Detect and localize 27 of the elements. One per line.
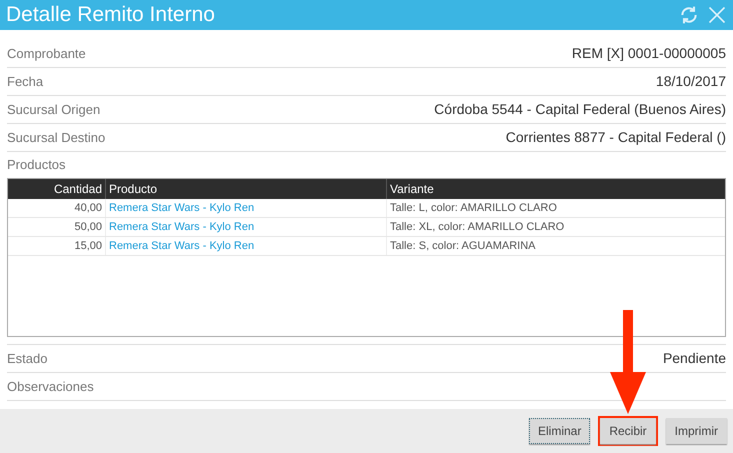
table-cell: 15,00 — [8, 237, 106, 255]
action-button[interactable]: Imprimir — [666, 418, 727, 444]
action-button[interactable]: Recibir — [600, 418, 656, 444]
field-value: Corrientes 8877 - Capital Federal () — [506, 128, 726, 147]
table-cell-text: Talle: S, color: AGUAMARINA — [389, 239, 536, 254]
table-cell-text: Talle: L, color: AMARILLO CLARO — [389, 201, 558, 216]
window-title: Detalle Remito Interno — [6, 2, 215, 28]
column-header: Producto — [106, 179, 387, 199]
column-header: Cantidad — [8, 179, 106, 199]
field-label: Comprobante — [7, 44, 86, 63]
field-value: Córdoba 5544 - Capital Federal (Buenos Aires) — [434, 100, 726, 119]
close-icon[interactable] — [707, 5, 727, 25]
field-label: Fecha — [7, 72, 44, 91]
table-cell: 50,00 — [8, 218, 106, 236]
action-button[interactable]: Eliminar — [528, 418, 590, 444]
field-value: Pendiente — [662, 349, 726, 368]
field-label: Productos — [7, 156, 66, 174]
field-label: Estado — [7, 350, 48, 368]
field-value: 18/10/2017 — [656, 72, 726, 91]
table-cell-text: Talle: XL, color: AMARILLO CLARO — [389, 220, 566, 235]
table-cell: 40,00 — [8, 199, 106, 217]
column-header: Variante — [389, 181, 435, 198]
field-value: REM [X] 0001-00000005 — [572, 44, 726, 63]
field-label: Sucursal Destino — [7, 128, 106, 147]
field-label: Sucursal Origen — [7, 100, 100, 119]
refresh-icon[interactable] — [679, 5, 699, 25]
field-label: Observaciones — [7, 378, 94, 396]
